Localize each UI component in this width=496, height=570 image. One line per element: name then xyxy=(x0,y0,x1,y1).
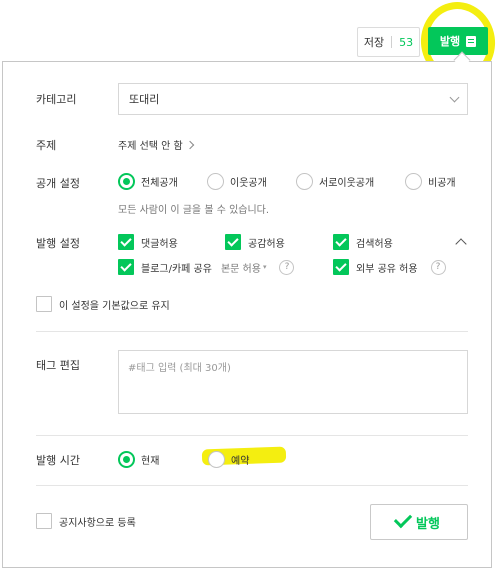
publish-panel xyxy=(2,61,492,568)
checkbox-checked[interactable] xyxy=(333,234,349,250)
publish-button-label: 발행 xyxy=(416,516,440,532)
checkbox-checked[interactable] xyxy=(225,234,241,250)
likes-label: 공감허용 xyxy=(248,238,285,250)
radio-button-selected[interactable] xyxy=(118,451,135,468)
radio-private[interactable]: 비공개 xyxy=(405,173,456,190)
topic-selector[interactable]: 주제 선택 안 함 xyxy=(118,137,194,152)
radio-button[interactable] xyxy=(296,173,313,190)
check-icon xyxy=(393,509,413,529)
save-divider xyxy=(391,36,393,48)
checkbox-notice[interactable]: 공지사항으로 등록 xyxy=(36,513,136,529)
topic-label: 주제 xyxy=(36,139,57,152)
section-divider xyxy=(36,435,468,436)
category-value: 또대리 xyxy=(129,93,160,106)
publish-time-label: 발행 시간 xyxy=(36,454,80,467)
publish-button[interactable]: 발행 xyxy=(370,504,468,540)
checkbox-unchecked[interactable] xyxy=(36,296,52,312)
checkbox-likes[interactable]: 공감허용 xyxy=(225,234,285,250)
checkbox-checked[interactable] xyxy=(333,259,349,275)
radio-mutual-neighbors[interactable]: 서로이웃공개 xyxy=(296,173,374,190)
radio-button-selected[interactable] xyxy=(118,173,135,190)
tag-input[interactable]: #태그 입력 (최대 30개) xyxy=(118,350,468,414)
document-icon xyxy=(466,35,477,47)
radio-mutual-label: 서로이웃공개 xyxy=(319,178,375,189)
checkbox-unchecked[interactable] xyxy=(36,513,52,529)
section-divider xyxy=(36,485,468,486)
external-share-label: 외부 공유 허용 xyxy=(356,263,418,275)
help-icon[interactable]: ? xyxy=(430,259,446,275)
share-option-select[interactable]: 본문 허용 ▾ xyxy=(221,260,267,275)
category-select[interactable]: 또대리 xyxy=(118,83,468,115)
search-label: 검색허용 xyxy=(356,238,393,250)
save-button[interactable]: 저장 53 xyxy=(357,27,420,57)
radio-button[interactable] xyxy=(208,451,225,468)
topic-value: 주제 선택 안 함 xyxy=(118,141,183,152)
save-label: 저장 xyxy=(363,36,385,49)
checkbox-blog-cafe-share[interactable]: 블로그/카페 공유 본문 허용 ▾ ? xyxy=(118,259,295,275)
section-divider xyxy=(36,331,468,332)
category-label: 카테고리 xyxy=(36,93,77,106)
visibility-hint: 모든 사람이 이 글을 볼 수 있습니다. xyxy=(118,205,270,216)
radio-public[interactable]: 전체공개 xyxy=(118,173,178,190)
tags-label: 태그 편집 xyxy=(36,359,80,372)
radio-now[interactable]: 현재 xyxy=(118,451,159,468)
comments-label: 댓글허용 xyxy=(141,238,178,250)
share-option-value: 본문 허용 xyxy=(220,263,261,275)
radio-button[interactable] xyxy=(405,173,422,190)
notice-label: 공지사항으로 등록 xyxy=(59,517,136,529)
publish-settings-label: 발행 설정 xyxy=(36,237,80,250)
publish-top-label: 발행 xyxy=(439,35,461,48)
checkbox-checked[interactable] xyxy=(118,234,134,250)
radio-button[interactable] xyxy=(207,173,224,190)
keep-default-label: 이 설정을 기본값으로 유지 xyxy=(59,300,170,312)
checkbox-keep-default[interactable]: 이 설정을 기본값으로 유지 xyxy=(36,296,170,312)
radio-neighbors[interactable]: 이웃공개 xyxy=(207,173,267,190)
visibility-label: 공개 설정 xyxy=(36,177,80,190)
chevron-down-icon xyxy=(449,92,460,103)
radio-reserve-label: 예약 xyxy=(231,456,250,467)
chevron-right-icon xyxy=(185,140,194,149)
radio-public-label: 전체공개 xyxy=(141,178,178,189)
checkbox-external-share[interactable]: 외부 공유 허용 ? xyxy=(333,259,446,275)
checkbox-search[interactable]: 검색허용 xyxy=(333,234,393,250)
radio-now-label: 현재 xyxy=(141,456,160,467)
checkbox-checked[interactable] xyxy=(118,259,134,275)
radio-private-label: 비공개 xyxy=(428,178,456,189)
dropdown-arrow-icon: ▾ xyxy=(262,263,267,271)
help-icon[interactable]: ? xyxy=(279,259,295,275)
radio-neighbors-label: 이웃공개 xyxy=(230,178,267,189)
radio-reserve[interactable]: 예약 xyxy=(208,451,249,468)
publish-top-button[interactable]: 발행 xyxy=(428,27,488,55)
checkbox-comments[interactable]: 댓글허용 xyxy=(118,234,178,250)
blog-cafe-share-label: 블로그/카페 공유 xyxy=(141,263,212,275)
save-count: 53 xyxy=(399,35,414,49)
